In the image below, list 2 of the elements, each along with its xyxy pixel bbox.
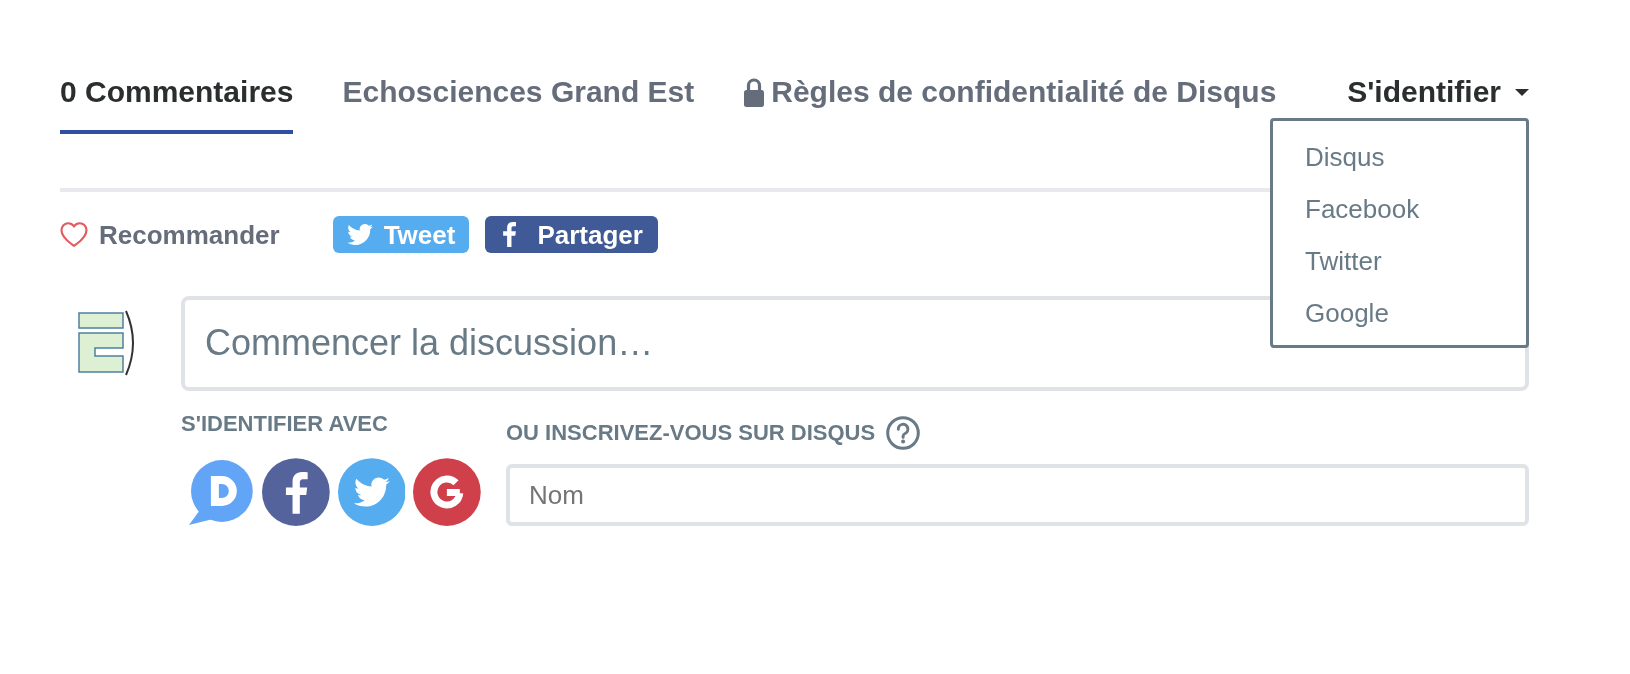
signup-label: OU INSCRIVEZ-VOUS SUR DISQUS <box>506 420 876 446</box>
login-with-label: S'IDENTIFIER AVEC <box>181 411 389 437</box>
